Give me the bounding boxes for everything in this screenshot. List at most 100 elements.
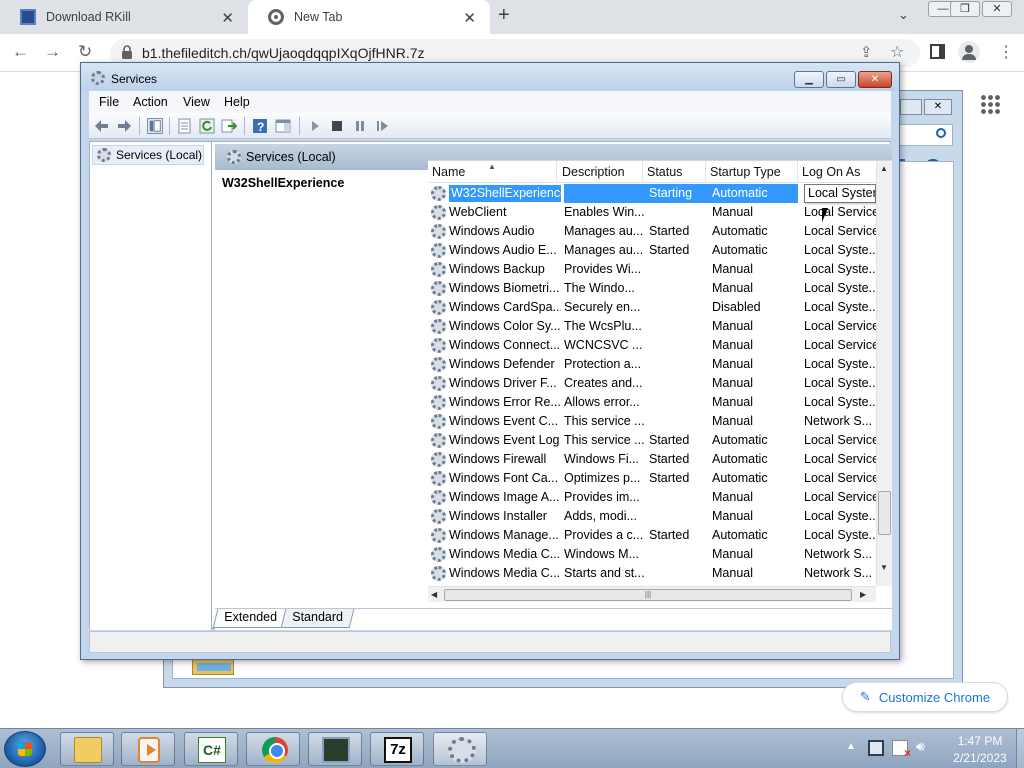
tab-standard[interactable]: Standard: [280, 609, 355, 628]
taskbar-command-prompt-button[interactable]: [308, 732, 362, 766]
scroll-right-arrow-icon[interactable]: ▶: [860, 590, 866, 599]
start-button[interactable]: [4, 731, 46, 767]
restore-window-icon[interactable]: ❐: [950, 1, 980, 17]
scroll-down-arrow-icon[interactable]: ▼: [880, 563, 888, 572]
close-tab-icon[interactable]: ✕: [463, 9, 476, 27]
cell-description: Windows M...: [564, 547, 640, 561]
cell-status: Started: [649, 452, 690, 466]
action-center-flag-icon[interactable]: [892, 740, 911, 760]
table-row[interactable]: Windows Error Re... Allows error... Manual…: [428, 393, 876, 412]
table-row[interactable]: WebClient Enables Win... Manual Local Servi…: [428, 203, 876, 222]
taskbar-services-button[interactable]: [433, 732, 487, 766]
table-row[interactable]: Windows Media C... Starts and st... Manual…: [428, 564, 876, 583]
taskbar-explorer-button[interactable]: [60, 732, 114, 766]
column-header-startup-type[interactable]: Startup Type: [706, 161, 798, 183]
clock-date[interactable]: 2/21/2023: [944, 751, 1016, 765]
side-panel-icon[interactable]: [930, 44, 945, 59]
table-row[interactable]: Windows Image A... Provides im... Manual Lo…: [428, 488, 876, 507]
table-row[interactable]: Windows Defender Protection a... Manual Loc…: [428, 355, 876, 374]
table-row[interactable]: Windows Backup Provides Wi... Manual Local …: [428, 260, 876, 279]
share-icon[interactable]: ⇪: [860, 43, 873, 61]
table-row[interactable]: Windows CardSpa... Securely en... Disabled…: [428, 298, 876, 317]
minimize-button[interactable]: ▁: [794, 71, 824, 88]
site-info-icon[interactable]: [120, 44, 134, 60]
cell-name: Windows CardSpa...: [449, 300, 561, 314]
google-apps-grid-icon[interactable]: [980, 94, 1000, 114]
scroll-up-arrow-icon[interactable]: ▲: [880, 164, 888, 173]
vertical-scrollbar[interactable]: ▲ ▼: [876, 161, 892, 586]
background-window-close-button[interactable]: ✕: [924, 99, 952, 115]
bookmark-star-icon[interactable]: ☆: [890, 42, 904, 62]
close-window-icon[interactable]: ✕: [982, 1, 1012, 17]
table-row[interactable]: Windows Event Log This service ... Started…: [428, 431, 876, 450]
volume-icon[interactable]: 🔊︎: [916, 738, 932, 754]
column-header-status[interactable]: Status: [643, 161, 706, 183]
close-tab-icon[interactable]: ✕: [221, 9, 234, 27]
show-hidden-icons-arrow-icon[interactable]: ▲: [846, 741, 856, 752]
back-arrow-icon[interactable]: ←: [12, 42, 29, 62]
services-titlebar[interactable]: Services ▁ ▭ ✕: [81, 63, 899, 91]
taskbar-7zip-button[interactable]: 7z: [370, 732, 424, 766]
table-row[interactable]: Windows Firewall Windows Fi... Started Auto…: [428, 450, 876, 469]
horizontal-scroll-thumb[interactable]: |||: [444, 589, 852, 601]
start-service-icon[interactable]: [307, 118, 323, 134]
table-row[interactable]: Windows Biometri... The Windo... Manual Loc…: [428, 279, 876, 298]
table-row[interactable]: Windows Manage... Provides a c... Started A…: [428, 526, 876, 545]
taskbar-media-player-button[interactable]: [121, 732, 175, 766]
profile-avatar-icon[interactable]: [958, 41, 980, 63]
show-desktop-button[interactable]: [1016, 729, 1024, 768]
table-row[interactable]: Windows Media C... Windows M... Manual Netw…: [428, 545, 876, 564]
reload-icon[interactable]: ↻: [78, 42, 92, 62]
tab-new-tab[interactable]: New Tab ✕: [248, 0, 490, 34]
table-row[interactable]: Windows Font Ca... Optimizes p... Started A…: [428, 469, 876, 488]
table-row[interactable]: Windows Driver F... Creates and... Manual L…: [428, 374, 876, 393]
media-player-icon: [138, 737, 160, 763]
back-arrow-icon[interactable]: [94, 118, 110, 134]
table-row[interactable]: Windows Audio E... Manages au... Started Au…: [428, 241, 876, 260]
close-button[interactable]: ✕: [858, 71, 892, 88]
chrome-menu-icon[interactable]: ⋮: [998, 42, 1014, 62]
background-window-restore-button[interactable]: [900, 99, 922, 115]
restart-service-icon[interactable]: [375, 118, 391, 134]
table-row[interactable]: Windows Event C... This service ... Manual…: [428, 412, 876, 431]
vertical-scroll-thumb[interactable]: [878, 491, 891, 535]
horizontal-scrollbar[interactable]: ◀ ||| ▶: [428, 586, 876, 602]
table-row[interactable]: Windows Connect... WCNCSVC ... Manual Local…: [428, 336, 876, 355]
column-header-log-on-as[interactable]: Log On As: [798, 161, 876, 183]
properties-icon[interactable]: [177, 118, 193, 134]
tab-download-rkill[interactable]: Download RKill ✕: [0, 0, 248, 34]
menu-view[interactable]: View: [183, 95, 210, 109]
selected-service-title: W32ShellExperience: [222, 176, 345, 190]
search-icon[interactable]: [936, 128, 946, 138]
refresh-icon[interactable]: [199, 118, 215, 134]
network-icon[interactable]: [868, 740, 884, 756]
pause-service-icon[interactable]: [352, 118, 368, 134]
tree-item-services-local[interactable]: Services (Local): [92, 145, 204, 165]
table-row[interactable]: Windows Color Sy... The WcsPlu... Manual Lo…: [428, 317, 876, 336]
menu-file[interactable]: File: [99, 95, 119, 109]
table-row[interactable]: W32ShellExperience Starting Automatic Local…: [428, 184, 876, 203]
forward-arrow-icon[interactable]: [116, 118, 132, 134]
scroll-left-arrow-icon[interactable]: ◀: [431, 590, 437, 599]
table-row[interactable]: Windows Audio Manages au... Started Automat…: [428, 222, 876, 241]
maximize-button[interactable]: ▭: [826, 71, 856, 88]
stop-service-icon[interactable]: [329, 118, 345, 134]
show-action-pane-icon[interactable]: [275, 118, 291, 134]
column-header-description[interactable]: Description: [558, 161, 643, 183]
help-icon[interactable]: ?: [252, 118, 268, 134]
column-header-name[interactable]: Name ▲: [428, 161, 557, 183]
export-list-icon[interactable]: [221, 118, 237, 134]
menu-help[interactable]: Help: [224, 95, 250, 109]
taskbar-csharp-button[interactable]: C#: [184, 732, 238, 766]
forward-arrow-icon[interactable]: →: [44, 42, 61, 62]
menu-action[interactable]: Action: [133, 95, 168, 109]
customize-chrome-button[interactable]: ✎ Customize Chrome: [842, 682, 1008, 712]
cell-status: Started: [649, 528, 690, 542]
table-row[interactable]: Windows Installer Adds, modi... Manual Loca…: [428, 507, 876, 526]
taskbar-chrome-button[interactable]: [246, 732, 300, 766]
clock-time[interactable]: 1:47 PM: [950, 734, 1010, 748]
tab-search-chevron-icon[interactable]: ⌄: [898, 7, 909, 23]
new-tab-plus-icon[interactable]: +: [498, 4, 510, 27]
show-hide-console-tree-icon[interactable]: [147, 118, 163, 134]
tab-extended[interactable]: Extended: [212, 609, 289, 628]
